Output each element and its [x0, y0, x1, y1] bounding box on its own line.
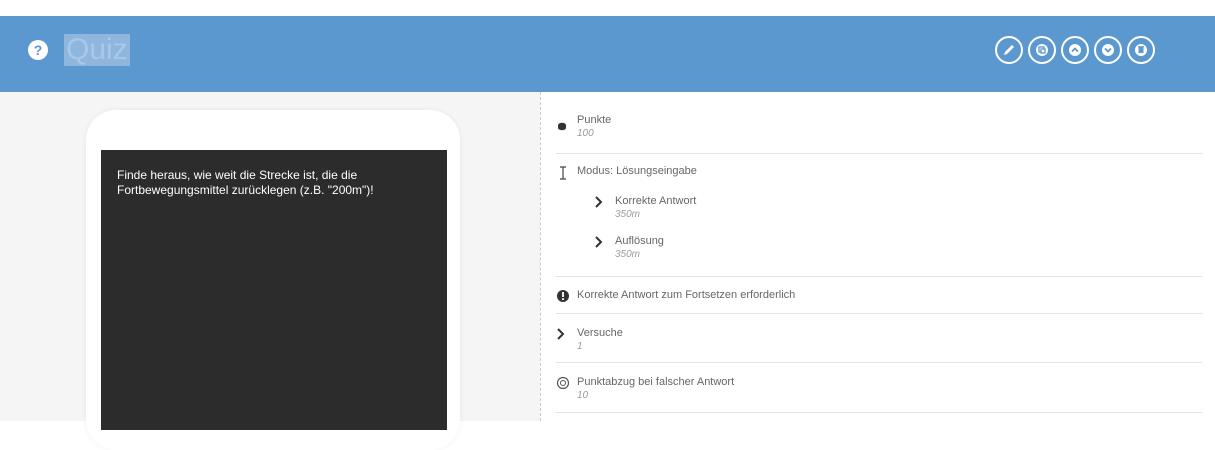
chevron-right-icon: [595, 196, 603, 208]
correct-answer-value: 350m: [615, 209, 641, 220]
move-up-button[interactable]: [1061, 36, 1089, 64]
solution-value: 350m: [615, 249, 641, 260]
pencil-icon: [1004, 45, 1014, 55]
chevron-right-icon: [595, 236, 603, 248]
separator: [556, 362, 1202, 363]
penalty-value: 10: [577, 390, 589, 401]
correct-answer-label: Korrekte Antwort: [615, 195, 697, 207]
required-label: Korrekte Antwort zum Fortsetzen erforder…: [577, 289, 796, 301]
exclamation-circle-icon: [557, 290, 569, 302]
trash-icon: [1135, 44, 1147, 56]
solution-label: Auflösung: [615, 235, 664, 247]
header-actions: [995, 36, 1155, 64]
question-circle-icon[interactable]: ?: [28, 40, 48, 60]
cursor-text-icon: [560, 166, 566, 180]
points-value: 100: [577, 128, 594, 139]
points-label: Punkte: [577, 114, 612, 126]
question-text: Finde heraus, wie weit die Strecke ist, …: [117, 168, 374, 197]
duplicate-button[interactable]: [1028, 36, 1056, 64]
mode-label: Modus: Lösungseingabe: [577, 165, 697, 177]
copy-icon: [1036, 44, 1048, 56]
chevron-up-icon: [1069, 44, 1081, 56]
edit-button[interactable]: [995, 36, 1023, 64]
chevron-down-icon: [1102, 44, 1114, 56]
separator: [556, 412, 1202, 413]
minus-circle-icon: [556, 376, 570, 390]
separator: [556, 313, 1202, 314]
separator: [556, 153, 1202, 154]
attempts-label: Versuche: [577, 327, 623, 339]
penalty-label: Punktabzug bei falscher Antwort: [577, 376, 735, 388]
attempts-value: 1: [577, 341, 583, 352]
separator: [556, 276, 1202, 277]
coins-icon: [558, 122, 566, 131]
top-strip: [0, 0, 1215, 16]
quiz-title[interactable]: Quiz: [64, 34, 130, 66]
delete-button[interactable]: [1127, 36, 1155, 64]
chevron-right-icon: [557, 328, 565, 340]
phone-screen: Finde heraus, wie weit die Strecke ist, …: [101, 150, 447, 430]
properties-panel: Punkte 100 Modus: Lösungseingabe Korrekt…: [541, 92, 1215, 421]
move-down-button[interactable]: [1094, 36, 1122, 64]
